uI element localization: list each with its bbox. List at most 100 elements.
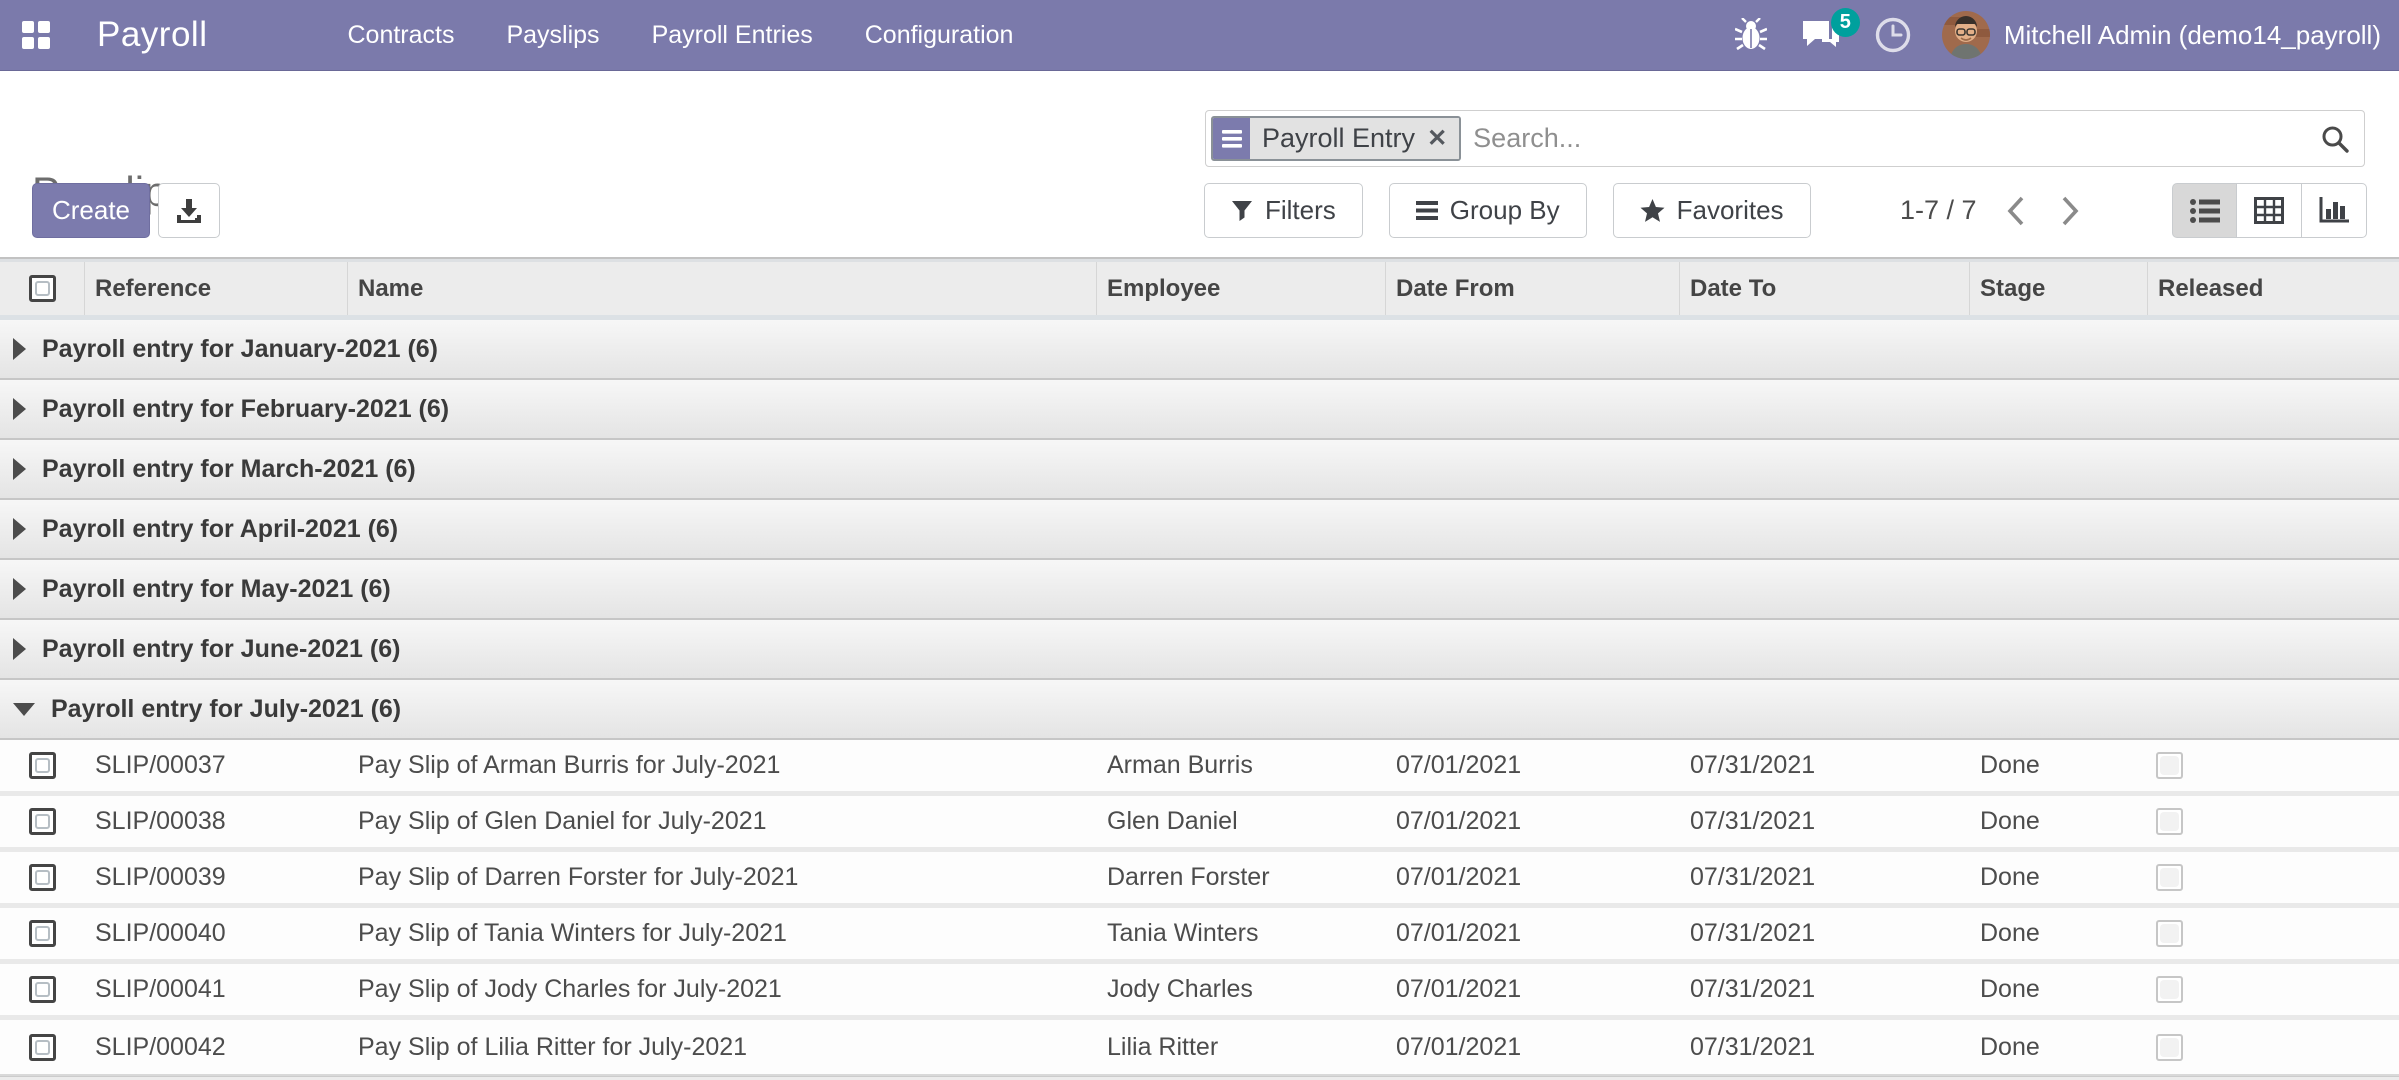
apps-menu-icon[interactable] bbox=[21, 20, 51, 50]
download-icon bbox=[176, 198, 202, 224]
cell-date-from: 07/01/2021 bbox=[1386, 964, 1680, 1015]
user-name: Mitchell Admin (demo14_payroll) bbox=[2004, 20, 2381, 51]
search-options: Filters Group By Favorites bbox=[1204, 183, 1811, 238]
search-icon[interactable] bbox=[2320, 124, 2350, 154]
released-checkbox bbox=[2156, 976, 2183, 1003]
group-row[interactable]: Payroll entry for January-2021 (6) bbox=[0, 320, 2399, 380]
column-header-released[interactable]: Released bbox=[2148, 262, 2399, 315]
column-header-date-to[interactable]: Date To bbox=[1680, 262, 1970, 315]
facet-groupby-icon bbox=[1213, 118, 1250, 159]
cell-reference: SLIP/00042 bbox=[85, 1020, 348, 1074]
group-row[interactable]: Payroll entry for February-2021 (6) bbox=[0, 380, 2399, 440]
caret-down-icon bbox=[13, 703, 35, 716]
favorites-button[interactable]: Favorites bbox=[1613, 183, 1811, 238]
menu-item-configuration[interactable]: Configuration bbox=[839, 0, 1040, 70]
pager-next-button[interactable] bbox=[2055, 190, 2085, 232]
cell-reference: SLIP/00039 bbox=[85, 852, 348, 903]
group-row[interactable]: Payroll entry for July-2021 (6) bbox=[0, 680, 2399, 740]
row-checkbox[interactable] bbox=[29, 976, 56, 1003]
cell-name: Pay Slip of Darren Forster for July-2021 bbox=[348, 852, 1097, 903]
debug-bug-icon[interactable] bbox=[1718, 0, 1784, 70]
table-row[interactable]: SLIP/00040Pay Slip of Tania Winters for … bbox=[0, 908, 2399, 964]
list-view-button[interactable] bbox=[2172, 183, 2237, 238]
select-all-checkbox[interactable] bbox=[29, 275, 56, 302]
group-row[interactable]: Payroll entry for March-2021 (6) bbox=[0, 440, 2399, 500]
list-view-icon bbox=[2190, 198, 2220, 224]
row-checkbox[interactable] bbox=[29, 752, 56, 779]
column-header-employee[interactable]: Employee bbox=[1097, 262, 1386, 315]
control-panel: Payslips Create bbox=[0, 71, 2399, 257]
search-input[interactable] bbox=[1461, 123, 2320, 154]
cell-stage: Done bbox=[1970, 1020, 2148, 1074]
column-header-name[interactable]: Name bbox=[348, 262, 1097, 315]
filters-button[interactable]: Filters bbox=[1204, 183, 1363, 238]
row-checkbox[interactable] bbox=[29, 808, 56, 835]
cell-employee: Glen Daniel bbox=[1097, 796, 1386, 847]
released-checkbox bbox=[2156, 752, 2183, 779]
table-row[interactable]: SLIP/00038Pay Slip of Glen Daniel for Ju… bbox=[0, 796, 2399, 852]
navbar-menu: ContractsPayslipsPayroll EntriesConfigur… bbox=[321, 0, 1039, 70]
row-checkbox[interactable] bbox=[29, 920, 56, 947]
group-row[interactable]: Payroll entry for June-2021 (6) bbox=[0, 620, 2399, 680]
search-bar[interactable]: Payroll Entry ✕ bbox=[1205, 110, 2365, 167]
cell-date-from: 07/01/2021 bbox=[1386, 908, 1680, 959]
star-icon bbox=[1640, 199, 1665, 223]
pager-previous-button[interactable] bbox=[2001, 190, 2031, 232]
menu-item-payroll-entries[interactable]: Payroll Entries bbox=[626, 0, 839, 70]
activities-clock-icon[interactable] bbox=[1858, 0, 1928, 70]
messages-menu[interactable]: 5 bbox=[1784, 0, 1858, 70]
row-select-cell bbox=[0, 964, 85, 1015]
cell-released bbox=[2148, 740, 2399, 791]
released-checkbox bbox=[2156, 920, 2183, 947]
caret-right-icon bbox=[13, 398, 26, 420]
cell-stage: Done bbox=[1970, 964, 2148, 1015]
menu-item-payslips[interactable]: Payslips bbox=[480, 0, 625, 70]
facet-close-icon[interactable]: ✕ bbox=[1427, 127, 1447, 151]
grid-view-button[interactable] bbox=[2237, 183, 2302, 238]
table-row[interactable]: SLIP/00042Pay Slip of Lilia Ritter for J… bbox=[0, 1020, 2399, 1076]
pager-value: 1-7 / 7 bbox=[1900, 195, 1977, 226]
app-name[interactable]: Payroll bbox=[97, 15, 207, 55]
group-label: Payroll entry for January-2021 (6) bbox=[42, 335, 438, 364]
payslips-list: ReferenceNameEmployeeDate FromDate ToSta… bbox=[0, 257, 2399, 1080]
cell-employee: Tania Winters bbox=[1097, 908, 1386, 959]
cell-employee: Arman Burris bbox=[1097, 740, 1386, 791]
row-checkbox[interactable] bbox=[29, 1034, 56, 1061]
cell-date-from: 07/01/2021 bbox=[1386, 1020, 1680, 1074]
cell-date-from: 07/01/2021 bbox=[1386, 852, 1680, 903]
group-by-button[interactable]: Group By bbox=[1389, 183, 1587, 238]
cell-released bbox=[2148, 908, 2399, 959]
cell-stage: Done bbox=[1970, 908, 2148, 959]
list-header-row: ReferenceNameEmployeeDate FromDate ToSta… bbox=[0, 259, 2399, 320]
facet-body: Payroll Entry ✕ bbox=[1250, 118, 1459, 159]
group-row[interactable]: Payroll entry for April-2021 (6) bbox=[0, 500, 2399, 560]
menu-item-contracts[interactable]: Contracts bbox=[321, 0, 480, 70]
cell-name: Pay Slip of Arman Burris for July-2021 bbox=[348, 740, 1097, 791]
export-button[interactable] bbox=[158, 183, 220, 238]
list-bottom-strip bbox=[0, 1076, 2399, 1080]
column-header-stage[interactable]: Stage bbox=[1970, 262, 2148, 315]
row-select-cell bbox=[0, 908, 85, 959]
group-label: Payroll entry for May-2021 (6) bbox=[42, 575, 391, 604]
column-header-date-from[interactable]: Date From bbox=[1386, 262, 1680, 315]
search-facet[interactable]: Payroll Entry ✕ bbox=[1211, 116, 1461, 161]
row-checkbox[interactable] bbox=[29, 864, 56, 891]
cell-employee: Darren Forster bbox=[1097, 852, 1386, 903]
group-row[interactable]: Payroll entry for May-2021 (6) bbox=[0, 560, 2399, 620]
cell-date-to: 07/31/2021 bbox=[1680, 852, 1970, 903]
list-body: Payroll entry for January-2021 (6) Payrol… bbox=[0, 320, 2399, 1076]
view-switcher bbox=[2172, 183, 2367, 238]
group-label: Payroll entry for April-2021 (6) bbox=[42, 515, 398, 544]
cell-reference: SLIP/00040 bbox=[85, 908, 348, 959]
caret-right-icon bbox=[13, 638, 26, 660]
column-header-reference[interactable]: Reference bbox=[85, 262, 348, 315]
create-button[interactable]: Create bbox=[32, 183, 150, 238]
table-row[interactable]: SLIP/00037Pay Slip of Arman Burris for J… bbox=[0, 740, 2399, 796]
released-checkbox bbox=[2156, 864, 2183, 891]
cell-released bbox=[2148, 1020, 2399, 1074]
table-row[interactable]: SLIP/00039Pay Slip of Darren Forster for… bbox=[0, 852, 2399, 908]
chart-view-button[interactable] bbox=[2302, 183, 2367, 238]
table-row[interactable]: SLIP/00041Pay Slip of Jody Charles for J… bbox=[0, 964, 2399, 1020]
cell-stage: Done bbox=[1970, 740, 2148, 791]
user-menu[interactable]: Mitchell Admin (demo14_payroll) bbox=[1928, 0, 2399, 70]
